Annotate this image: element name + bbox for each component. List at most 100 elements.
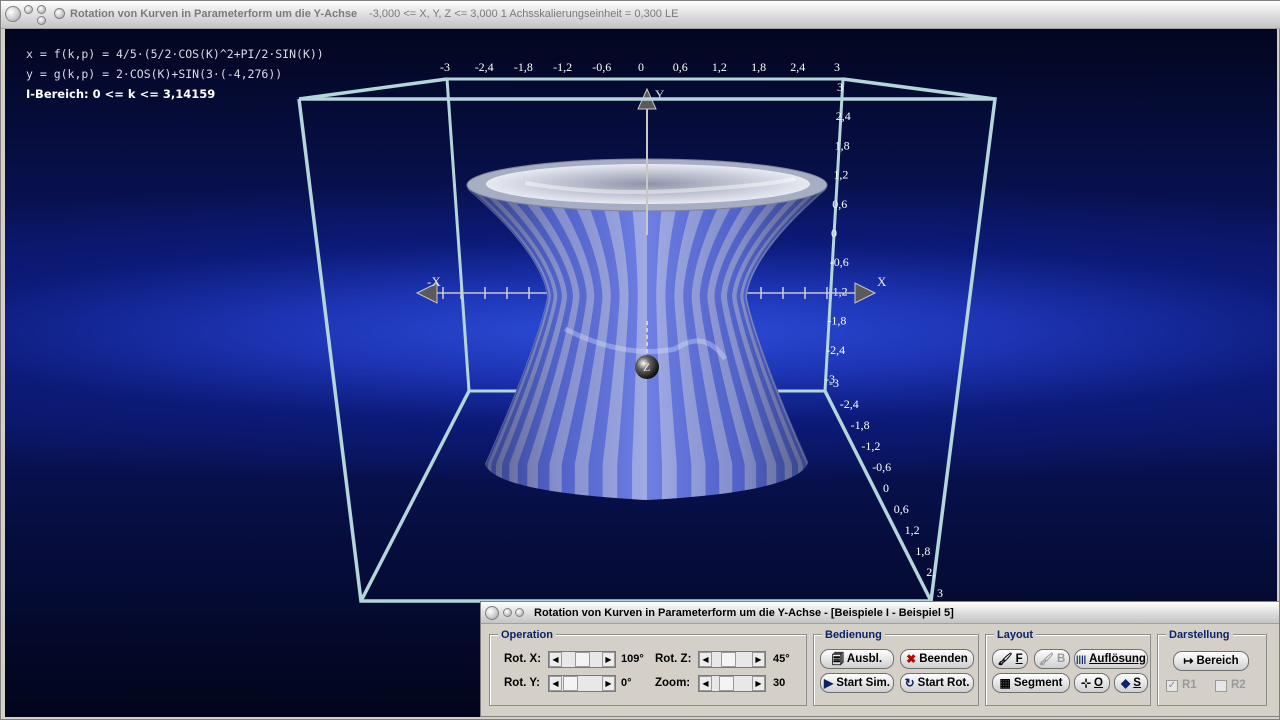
window-subtitle: -3,000 <= X, Y, Z <= 3,000 1 Achsskalier… [369, 8, 679, 20]
diagonal-tick-label: 1,8 [915, 544, 930, 558]
start-sim-button[interactable]: ▶ Start Sim. [820, 673, 894, 693]
diagonal-tick-label: 3 [937, 586, 943, 600]
top-tick-label: -0,6 [592, 60, 611, 74]
start-sim-button-label: Start Sim. [836, 677, 890, 689]
panel-minimize-button[interactable] [503, 608, 512, 617]
diagonal-tick-label: -1,2 [861, 439, 880, 453]
beenden-button[interactable]: ✖ Beenden [900, 649, 974, 669]
rot-y-label: Rot. Y: [504, 677, 540, 689]
segment-button-label: Segment [1013, 677, 1063, 689]
title-bar[interactable]: Rotation von Kurven in Parameterform um … [1, 1, 1280, 29]
top-tick-label: 1,8 [751, 60, 766, 74]
rot-z-decrease-icon[interactable]: ◀ [699, 652, 712, 667]
control-panel-title-bar[interactable]: Rotation von Kurven in Parameterform um … [481, 602, 1279, 624]
operation-group: Operation Rot. X: ◀ ▶ 109° Rot. Y: ◀ ▶ 0… [489, 629, 807, 706]
window-title-text: Rotation von Kurven in Parameterform um … [70, 8, 358, 20]
right-tick-label: 0,6 [832, 197, 847, 211]
top-tick-label: -2,4 [475, 60, 494, 74]
diagonal-tick-label: 0,6 [894, 502, 909, 516]
darstellung-group: Darstellung ↦ Bereich ✓ R1 R2 [1157, 629, 1267, 706]
beenden-button-label: Beenden [919, 653, 968, 665]
r1-label: R1 [1182, 679, 1197, 691]
rot-z-thumb[interactable] [721, 652, 736, 667]
control-panel: Rotation von Kurven in Parameterform um … [480, 601, 1280, 717]
rot-z-increase-icon[interactable]: ▶ [752, 652, 765, 667]
start-rot-button[interactable]: ↻ Start Rot. [900, 673, 974, 693]
rot-y-decrease-icon[interactable]: ◀ [549, 676, 562, 691]
diagonal-tick-label: 2, [926, 565, 935, 579]
zoom-increase-icon[interactable]: ▶ [752, 676, 765, 691]
grid-icon: ▦ [999, 676, 1011, 690]
rot-x-thumb[interactable] [575, 652, 590, 667]
right-tick-label: -2,4 [826, 343, 845, 357]
origin-icon: ⊹ [1080, 676, 1092, 690]
interval-text: I-Bereich: 0 <= k <= 3,14159 [26, 87, 216, 101]
ausbl-button-label: Ausbl. [846, 653, 883, 665]
rot-x-increase-icon[interactable]: ▶ [602, 652, 615, 667]
start-rot-button-label: Start Rot. [917, 677, 970, 689]
aufloesung-button[interactable]: |||| Auflösung [1074, 649, 1148, 669]
right-tick-label: -1,2 [829, 284, 848, 298]
rot-y-increase-icon[interactable]: ▶ [602, 676, 615, 691]
maximize-window-button[interactable] [37, 5, 46, 14]
range-icon: ↦ [1183, 654, 1194, 668]
x-neg-axis-label: -X [427, 274, 441, 289]
rot-z-label: Rot. Z: [655, 653, 692, 665]
minimize-window-button[interactable] [24, 5, 33, 14]
o-button-label: O [1094, 677, 1103, 689]
window-menu-button[interactable] [37, 16, 46, 25]
fill-icon: 🖌 [997, 652, 1013, 666]
s-button[interactable]: ◆ S [1114, 673, 1148, 693]
x-pos-axis-label: X [877, 274, 887, 289]
formula-x-text: x = f(k,p) = 4/5·(5/2·COS(K)^2+PI/2·SIN(… [26, 47, 324, 61]
rot-y-thumb[interactable] [563, 676, 578, 691]
diagonal-tick-label: -1,8 [851, 418, 870, 432]
layout-group-label: Layout [994, 629, 1037, 641]
top-tick-label: 0 [638, 60, 644, 74]
right-tick-label: 0 [831, 226, 837, 240]
o-button[interactable]: ⊹ O [1074, 673, 1110, 693]
top-tick-label: -3 [440, 60, 450, 74]
top-tick-label: 2,4 [790, 60, 805, 74]
x-pos-arrow-icon [854, 282, 877, 304]
close-window-button[interactable] [5, 6, 21, 22]
surface-icon: ◆ [1121, 676, 1131, 690]
bereich-button[interactable]: ↦ Bereich [1173, 651, 1249, 671]
top-tick-label: -1,8 [514, 60, 533, 74]
bereich-button-label: Bereich [1196, 655, 1239, 667]
top-tick-label: 0,6 [673, 60, 688, 74]
formula-y-text: y = g(k,p) = 2·COS(K)+SIN(3·(-4,276)) [26, 67, 283, 81]
ausbl-button[interactable]: 🗐 Ausbl. [820, 649, 894, 669]
window-title: Rotation von Kurven in Parameterform um … [70, 8, 678, 20]
b-button-label: B [1056, 653, 1066, 665]
r2-label: R2 [1231, 679, 1246, 691]
diagonal-tick-label: 1,2 [905, 523, 920, 537]
b-button[interactable]: 🖌 B [1034, 649, 1070, 669]
rot-x-label: Rot. X: [504, 653, 542, 665]
rot-x-decrease-icon[interactable]: ◀ [549, 652, 562, 667]
top-tick-label: 1,2 [712, 60, 727, 74]
zoom-slider[interactable]: ◀ ▶ [698, 675, 766, 692]
panel-maximize-button[interactable] [515, 608, 524, 617]
f-button-label: F [1015, 653, 1023, 665]
rot-x-slider[interactable]: ◀ ▶ [548, 651, 616, 668]
diagonal-tick-label: -0,6 [872, 460, 891, 474]
rot-y-slider[interactable]: ◀ ▶ [548, 675, 616, 692]
r1-checkbox[interactable]: ✓ [1166, 680, 1178, 692]
main-window: Rotation von Kurven in Parameterform um … [0, 0, 1280, 720]
rot-z-value: 45° [773, 653, 790, 665]
right-tick-label: 3 [837, 80, 843, 94]
right-tick-label: 1,2 [833, 168, 848, 182]
zoom-decrease-icon[interactable]: ◀ [699, 676, 712, 691]
layout-group: Layout 🖌 F 🖌 B |||| Auflösung ▦ Segment ⊹ O ◆… [985, 629, 1151, 706]
panel-close-button[interactable] [485, 606, 499, 620]
right-tick-label: -1,8 [827, 314, 846, 328]
zoom-thumb[interactable] [719, 676, 734, 691]
rot-z-slider[interactable]: ◀ ▶ [698, 651, 766, 668]
segment-button[interactable]: ▦ Segment [992, 673, 1070, 693]
f-button[interactable]: 🖌 F [992, 649, 1028, 669]
close-icon: ✖ [906, 652, 917, 666]
rotate-icon: ↻ [904, 676, 915, 690]
rot-x-value: 109° [621, 653, 644, 665]
r2-checkbox[interactable] [1215, 680, 1227, 692]
